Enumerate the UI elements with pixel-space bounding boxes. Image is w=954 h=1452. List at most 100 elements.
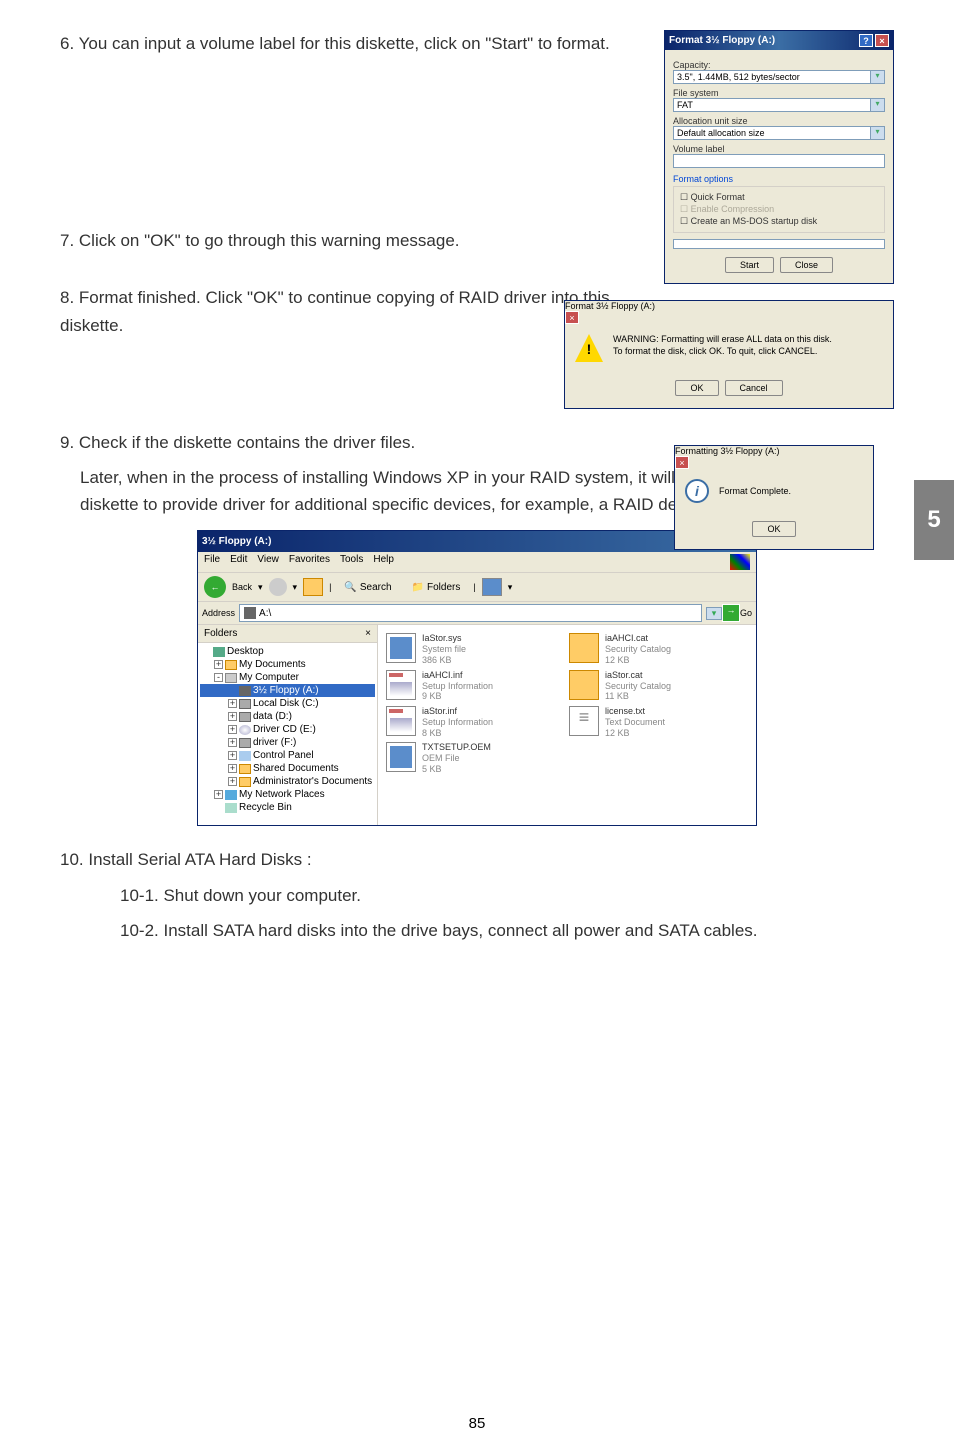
help-button[interactable]: ? bbox=[859, 34, 873, 47]
disk-icon bbox=[239, 699, 251, 709]
close-button[interactable]: × bbox=[875, 34, 889, 47]
panel-icon bbox=[239, 751, 251, 761]
ok-button[interactable]: OK bbox=[752, 521, 795, 537]
back-button[interactable]: ← bbox=[204, 576, 226, 598]
ok-button[interactable]: OK bbox=[675, 380, 718, 396]
expand-icon[interactable]: + bbox=[228, 699, 237, 708]
tree-item[interactable]: +Local Disk (C:) bbox=[200, 697, 375, 710]
complete-dialog: Formatting 3½ Floppy (A:) × i Format Com… bbox=[674, 445, 874, 550]
warning-text: WARNING: Formatting will erase ALL data … bbox=[613, 334, 883, 362]
folders-button[interactable]: 📁 Folders bbox=[405, 579, 468, 596]
folder-icon bbox=[239, 777, 251, 787]
chevron-down-icon: ▾ bbox=[871, 126, 885, 140]
expand-icon[interactable]: + bbox=[214, 790, 223, 799]
file-item[interactable]: iaStor.infSetup Information8 KB bbox=[386, 706, 565, 738]
file-size: 12 KB bbox=[605, 655, 671, 666]
file-size: 8 KB bbox=[422, 728, 493, 739]
file-name: iaAHCI.inf bbox=[422, 670, 493, 681]
expand-icon[interactable]: + bbox=[228, 725, 237, 734]
up-button[interactable] bbox=[303, 578, 323, 596]
file-item[interactable]: iaAHCI.catSecurity Catalog12 KB bbox=[569, 633, 748, 665]
cancel-button[interactable]: Cancel bbox=[725, 380, 783, 396]
close-button[interactable]: × bbox=[675, 456, 689, 469]
msdos-checkbox[interactable]: ☐ Create an MS-DOS startup disk bbox=[680, 216, 878, 227]
quick-format-checkbox[interactable]: ☐ Quick Format bbox=[680, 192, 878, 203]
capacity-select[interactable]: 3.5", 1.44MB, 512 bytes/sector ▾ bbox=[673, 70, 885, 84]
expand-icon[interactable]: + bbox=[228, 738, 237, 747]
compression-checkbox: ☐ Enable Compression bbox=[680, 204, 878, 215]
file-item[interactable]: license.txtText Document12 KB bbox=[569, 706, 748, 738]
go-button[interactable]: → bbox=[722, 604, 740, 622]
expand-icon[interactable]: + bbox=[228, 777, 237, 786]
file-name: TXTSETUP.OEM bbox=[422, 742, 491, 753]
file-item[interactable]: iaStor.catSecurity Catalog11 KB bbox=[569, 670, 748, 702]
file-type: Text Document bbox=[605, 717, 665, 728]
file-icon bbox=[386, 670, 416, 700]
tree-item[interactable]: +data (D:) bbox=[200, 710, 375, 723]
address-input[interactable]: A:\ bbox=[239, 604, 702, 622]
file-type: Setup Information bbox=[422, 681, 493, 692]
tree-item[interactable]: Recycle Bin bbox=[200, 801, 375, 814]
explorer-title: 3½ Floppy (A:) bbox=[202, 536, 271, 547]
address-dropdown-icon[interactable]: ▾ bbox=[706, 607, 722, 620]
tree-item[interactable]: +driver (F:) bbox=[200, 736, 375, 749]
chevron-down-icon: ▾ bbox=[871, 98, 885, 112]
file-item[interactable]: IaStor.sysSystem file386 KB bbox=[386, 633, 565, 665]
address-label: Address bbox=[202, 608, 235, 618]
volume-input[interactable] bbox=[673, 154, 885, 168]
menu-edit[interactable]: Edit bbox=[230, 554, 247, 570]
tree-item[interactable]: +My Network Places bbox=[200, 788, 375, 801]
file-icon bbox=[569, 633, 599, 663]
filesystem-select[interactable]: FAT ▾ bbox=[673, 98, 885, 112]
complete-text: Format Complete. bbox=[719, 486, 791, 496]
menu-view[interactable]: View bbox=[257, 554, 279, 570]
view-button[interactable] bbox=[482, 578, 502, 596]
disk-icon bbox=[239, 712, 251, 722]
menu-help[interactable]: Help bbox=[373, 554, 394, 570]
step-8-text: 8. Format finished. Click "OK" to contin… bbox=[60, 284, 610, 338]
menu-favorites[interactable]: Favorites bbox=[289, 554, 330, 570]
tree-item[interactable]: Desktop bbox=[200, 645, 375, 658]
format-titlebar: Format 3½ Floppy (A:) ? × bbox=[665, 31, 893, 50]
file-icon bbox=[386, 706, 416, 736]
forward-button[interactable] bbox=[269, 578, 287, 596]
tree-item[interactable]: + Shared Documents bbox=[200, 762, 375, 775]
tree-item[interactable]: +My Documents bbox=[200, 658, 375, 671]
folders-header: Folders × bbox=[198, 625, 377, 643]
tree-item[interactable]: +Control Panel bbox=[200, 749, 375, 762]
complete-titlebar: Formatting 3½ Floppy (A:) × bbox=[675, 446, 873, 469]
expand-icon[interactable]: + bbox=[228, 751, 237, 760]
computer-icon bbox=[225, 673, 237, 683]
close-button[interactable]: Close bbox=[780, 257, 833, 273]
file-size: 386 KB bbox=[422, 655, 466, 666]
expand-icon[interactable]: - bbox=[214, 673, 223, 682]
explorer-titlebar: 3½ Floppy (A:) _ □ × bbox=[198, 531, 756, 552]
menu-file[interactable]: File bbox=[204, 554, 220, 570]
alloc-label: Allocation unit size bbox=[673, 116, 885, 126]
go-label: Go bbox=[740, 608, 752, 618]
tree-item[interactable]: +Driver CD (E:) bbox=[200, 723, 375, 736]
start-button[interactable]: Start bbox=[725, 257, 774, 273]
search-button[interactable]: 🔍 Search bbox=[337, 579, 398, 596]
tree-item[interactable]: + Administrator's Documents bbox=[200, 775, 375, 788]
expand-icon[interactable]: + bbox=[214, 660, 223, 669]
expand-icon[interactable]: + bbox=[228, 712, 237, 721]
back-dropdown-icon[interactable]: ▾ bbox=[258, 582, 263, 593]
tree-label: Administrator's Documents bbox=[253, 776, 372, 787]
alloc-select[interactable]: Default allocation size ▾ bbox=[673, 126, 885, 140]
tree-item[interactable]: -My Computer bbox=[200, 671, 375, 684]
file-item[interactable]: TXTSETUP.OEMOEM File5 KB bbox=[386, 742, 565, 774]
expand-icon[interactable]: + bbox=[228, 764, 237, 773]
format-dialog: Format 3½ Floppy (A:) ? × Capacity: 3.5"… bbox=[664, 30, 894, 284]
close-button[interactable]: × bbox=[565, 311, 579, 324]
tree-item[interactable]: 3½ Floppy (A:) bbox=[200, 684, 375, 697]
files-panel: IaStor.sysSystem file386 KBiaAHCI.catSec… bbox=[378, 625, 756, 825]
file-item[interactable]: iaAHCI.infSetup Information9 KB bbox=[386, 670, 565, 702]
file-icon bbox=[386, 633, 416, 663]
format-options-label: Format options bbox=[673, 174, 885, 184]
folders-close-icon[interactable]: × bbox=[365, 628, 371, 639]
volume-label: Volume label bbox=[673, 144, 885, 154]
toolbar: ← Back ▾ ▾ | 🔍 Search 📁 Folders | ▾ bbox=[198, 573, 756, 602]
tree-label: Shared Documents bbox=[253, 763, 339, 774]
menu-tools[interactable]: Tools bbox=[340, 554, 363, 570]
